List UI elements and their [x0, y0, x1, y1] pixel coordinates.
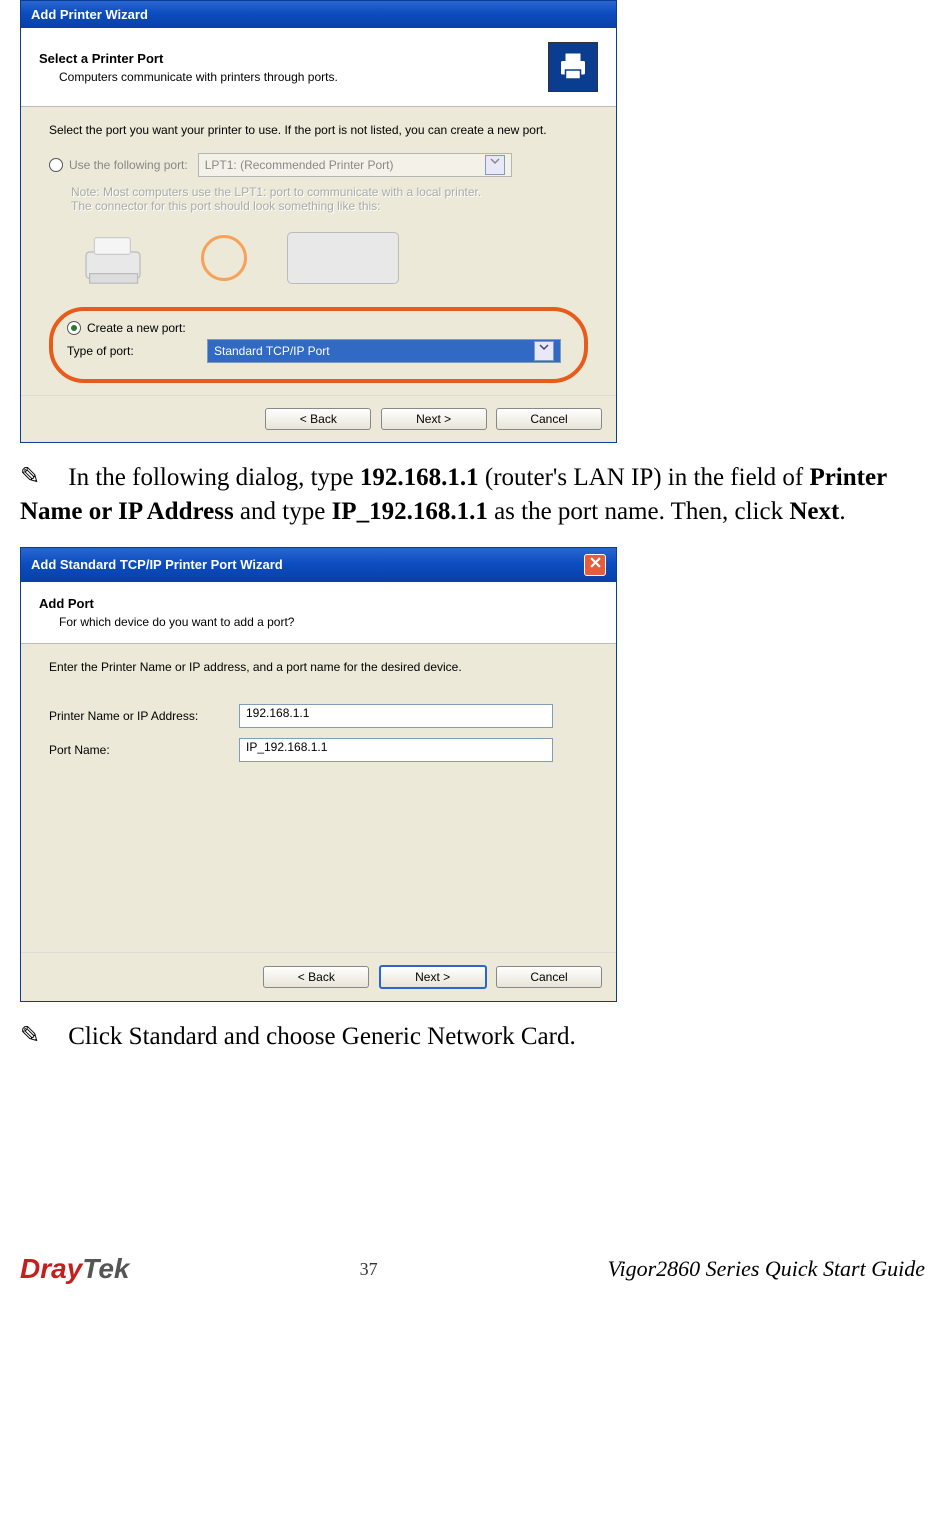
dropdown-value: LPT1: (Recommended Printer Port) — [205, 158, 394, 172]
page-footer: DrayTek 37 Vigor2860 Series Quick Start … — [20, 1253, 925, 1285]
dialog-footer: < Back Next > Cancel — [21, 395, 616, 442]
highlight-circle-icon — [201, 235, 247, 281]
cancel-button[interactable]: Cancel — [496, 408, 602, 430]
titlebar[interactable]: Add Standard TCP/IP Printer Port Wizard — [21, 548, 616, 582]
back-button[interactable]: < Back — [265, 408, 371, 430]
chevron-down-icon — [485, 155, 505, 175]
radio-use-following-port[interactable]: Use the following port: LPT1: (Recommend… — [49, 153, 588, 177]
logo: DrayTek — [20, 1253, 129, 1285]
next-button[interactable]: Next > — [379, 965, 487, 989]
instruction-text: Select the port you want your printer to… — [49, 123, 588, 137]
step-marker-icon: ✎ — [20, 461, 62, 493]
window-title: Add Printer Wizard — [31, 7, 148, 22]
radio-label: Use the following port: — [69, 158, 188, 172]
port-name-row: Port Name: IP_192.168.1.1 — [49, 738, 588, 762]
dropdown-value: Standard TCP/IP Port — [214, 344, 330, 358]
printer-name-input[interactable]: 192.168.1.1 — [239, 704, 553, 728]
back-button[interactable]: < Back — [263, 966, 369, 988]
printer-icon — [548, 42, 598, 92]
header-title: Select a Printer Port — [39, 51, 548, 66]
note-line-2: The connector for this port should look … — [71, 199, 588, 213]
add-tcpip-port-wizard-dialog: Add Standard TCP/IP Printer Port Wizard … — [20, 547, 617, 1002]
step-9-instruction: ✎ In the following dialog, type 192.168.… — [20, 461, 925, 529]
port-type-label: Type of port: — [67, 344, 207, 358]
radio-label: Create a new port: — [87, 321, 186, 335]
dialog-header: Select a Printer Port Computers communic… — [21, 28, 616, 107]
note-line-1: Note: Most computers use the LPT1: port … — [71, 185, 588, 199]
close-button[interactable] — [584, 554, 606, 576]
window-title: Add Standard TCP/IP Printer Port Wizard — [31, 557, 283, 572]
dialog-body: Select the port you want your printer to… — [21, 107, 616, 395]
port-name-label: Port Name: — [49, 743, 239, 757]
create-port-highlight: Create a new port: Type of port: Standar… — [49, 307, 588, 383]
dialog-footer: < Back Next > Cancel — [21, 952, 616, 1001]
page-number: 37 — [360, 1259, 378, 1280]
header-subtitle: Computers communicate with printers thro… — [59, 70, 548, 84]
port-type-dropdown[interactable]: Standard TCP/IP Port — [207, 339, 561, 363]
step-text: Click Standard and choose Generic Networ… — [68, 1023, 575, 1050]
instruction-text: Enter the Printer Name or IP address, an… — [49, 660, 588, 674]
header-subtitle: For which device do you want to add a po… — [59, 615, 598, 629]
step-10-instruction: ✎ Click Standard and choose Generic Netw… — [20, 1020, 925, 1054]
add-printer-wizard-dialog: Add Printer Wizard Select a Printer Port… — [20, 0, 617, 443]
guide-name: Vigor2860 Series Quick Start Guide — [608, 1256, 925, 1282]
cancel-button[interactable]: Cancel — [496, 966, 602, 988]
printer-drawing-icon — [71, 223, 161, 293]
radio-checked-icon — [67, 321, 81, 335]
step-marker-icon: ✎ — [20, 1020, 62, 1052]
port-name-input[interactable]: IP_192.168.1.1 — [239, 738, 553, 762]
radio-unchecked-icon — [49, 158, 63, 172]
titlebar[interactable]: Add Printer Wizard — [21, 1, 616, 28]
note-block: Note: Most computers use the LPT1: port … — [71, 185, 588, 213]
parallel-port-icon — [287, 232, 399, 284]
printer-name-label: Printer Name or IP Address: — [49, 709, 239, 723]
chevron-down-icon[interactable] — [534, 341, 554, 361]
radio-create-new-port[interactable]: Create a new port: — [67, 321, 570, 335]
header-title: Add Port — [39, 596, 598, 611]
printer-name-row: Printer Name or IP Address: 192.168.1.1 — [49, 704, 588, 728]
dialog-body: Enter the Printer Name or IP address, an… — [21, 644, 616, 952]
connector-illustration — [71, 223, 588, 293]
next-button[interactable]: Next > — [381, 408, 487, 430]
port-dropdown-disabled: LPT1: (Recommended Printer Port) — [198, 153, 512, 177]
dialog-header: Add Port For which device do you want to… — [21, 582, 616, 644]
